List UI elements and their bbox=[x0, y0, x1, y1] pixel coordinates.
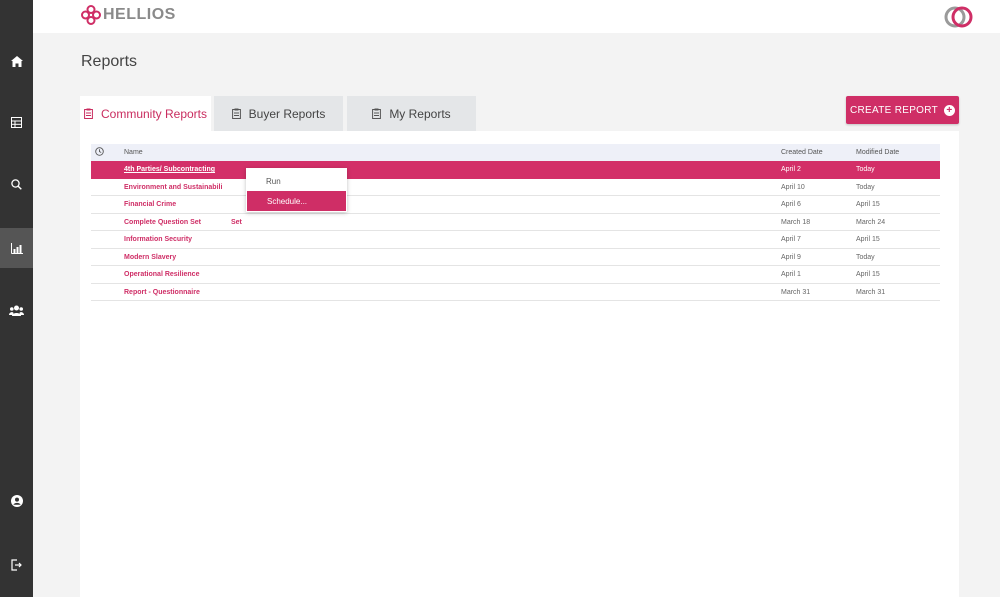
created-date: April 7 bbox=[781, 236, 801, 243]
context-menu-schedule[interactable]: Schedule... bbox=[247, 191, 346, 211]
table-row[interactable]: Modern Slavery April 9 Today bbox=[91, 249, 940, 266]
sidebar-item-dashboard[interactable] bbox=[0, 102, 33, 142]
page-title: Reports bbox=[81, 53, 138, 70]
sidebar-item-users[interactable] bbox=[0, 290, 33, 330]
modified-date: Today bbox=[856, 183, 875, 191]
report-name-link[interactable]: Information Security bbox=[124, 236, 192, 243]
table-row[interactable]: Financial Crime April 6 April 15 bbox=[91, 196, 940, 214]
tab-buyer-reports[interactable]: Buyer Reports bbox=[214, 96, 343, 131]
brand-name: HELLIOS bbox=[103, 6, 176, 23]
table-row[interactable]: 4th Parties/ Subcontracting April 2 Toda… bbox=[91, 161, 940, 179]
report-name-link[interactable]: Environment and Sustainabili bbox=[124, 184, 222, 191]
column-header-created[interactable]: Created Date bbox=[781, 149, 823, 156]
created-date: April 9 bbox=[781, 253, 801, 261]
reports-panel: Name Created Date Modified Date 4th Part… bbox=[80, 131, 959, 597]
tab-label: Community Reports bbox=[100, 106, 208, 121]
table-header: Name Created Date Modified Date bbox=[91, 144, 940, 161]
tab-label: Buyer Reports bbox=[248, 106, 326, 121]
create-report-label: CREATE REPORT bbox=[850, 104, 938, 116]
context-menu-run[interactable]: Run bbox=[246, 171, 347, 191]
top-bar: HELLIOS bbox=[33, 0, 1000, 33]
sidebar bbox=[0, 0, 33, 597]
clipboard-icon bbox=[84, 108, 93, 119]
modified-date: April 15 bbox=[856, 271, 880, 278]
tab-community-reports[interactable]: Community Reports bbox=[80, 96, 211, 131]
table-row[interactable]: Complete Question Set Set March 18 March… bbox=[91, 214, 940, 231]
grid-icon bbox=[11, 116, 22, 128]
chart-icon bbox=[10, 242, 23, 254]
plus-circle-icon: + bbox=[944, 104, 955, 116]
created-date: April 2 bbox=[781, 166, 801, 173]
modified-date: April 15 bbox=[856, 236, 880, 243]
hellios-logo-icon bbox=[81, 5, 101, 25]
tab-label: My Reports bbox=[389, 106, 451, 121]
table-row[interactable]: Information Security April 7 April 15 bbox=[91, 231, 940, 249]
search-icon bbox=[11, 178, 22, 190]
sidebar-item-logout[interactable] bbox=[0, 545, 33, 585]
table-row[interactable]: Operational Resilience April 1 April 15 bbox=[91, 266, 940, 284]
report-name-link[interactable]: Complete Question Set bbox=[124, 219, 201, 226]
context-menu: Run Schedule... bbox=[246, 168, 347, 212]
clock-icon bbox=[95, 147, 104, 158]
column-header-modified[interactable]: Modified Date bbox=[856, 149, 899, 156]
report-name-link[interactable]: Modern Slavery bbox=[124, 254, 176, 261]
created-date: April 6 bbox=[781, 201, 801, 208]
created-date: April 1 bbox=[781, 271, 801, 278]
modified-date: Today bbox=[856, 253, 875, 261]
column-header-name[interactable]: Name bbox=[124, 149, 143, 156]
table-row[interactable]: Report - Questionnaire March 31 March 31 bbox=[91, 284, 940, 301]
user-circle-icon bbox=[10, 495, 23, 507]
report-name-link[interactable]: Financial Crime bbox=[124, 201, 176, 208]
created-date: April 10 bbox=[781, 183, 805, 191]
created-date: March 18 bbox=[781, 218, 811, 226]
modified-date: March 31 bbox=[856, 288, 886, 296]
clipboard-icon bbox=[372, 108, 382, 119]
sidebar-item-home[interactable] bbox=[0, 41, 33, 81]
reports-table: Name Created Date Modified Date 4th Part… bbox=[91, 144, 940, 301]
user-avatar[interactable] bbox=[944, 5, 974, 29]
home-icon bbox=[10, 55, 23, 67]
sidebar-item-search[interactable] bbox=[0, 164, 33, 204]
sidebar-item-profile[interactable] bbox=[0, 481, 33, 521]
report-name-overflow: Set bbox=[231, 218, 242, 226]
tab-my-reports[interactable]: My Reports bbox=[347, 96, 476, 131]
users-icon bbox=[9, 305, 24, 316]
created-date: March 31 bbox=[781, 288, 811, 296]
logout-icon bbox=[11, 559, 22, 571]
create-report-button[interactable]: CREATE REPORT + bbox=[846, 96, 959, 124]
overlapping-circles-icon bbox=[944, 6, 973, 28]
modified-date: March 24 bbox=[856, 218, 886, 226]
report-name-link[interactable]: Report - Questionnaire bbox=[124, 289, 200, 296]
modified-date: April 15 bbox=[856, 201, 880, 208]
report-name-link[interactable]: 4th Parties/ Subcontracting bbox=[124, 166, 215, 173]
modified-date: Today bbox=[856, 166, 875, 173]
clipboard-icon bbox=[231, 108, 241, 119]
table-row[interactable]: Environment and Sustainabili April 10 To… bbox=[91, 179, 940, 196]
sidebar-item-reports[interactable] bbox=[0, 228, 33, 268]
report-name-link[interactable]: Operational Resilience bbox=[124, 271, 199, 278]
brand-logo[interactable]: HELLIOS bbox=[81, 5, 176, 25]
